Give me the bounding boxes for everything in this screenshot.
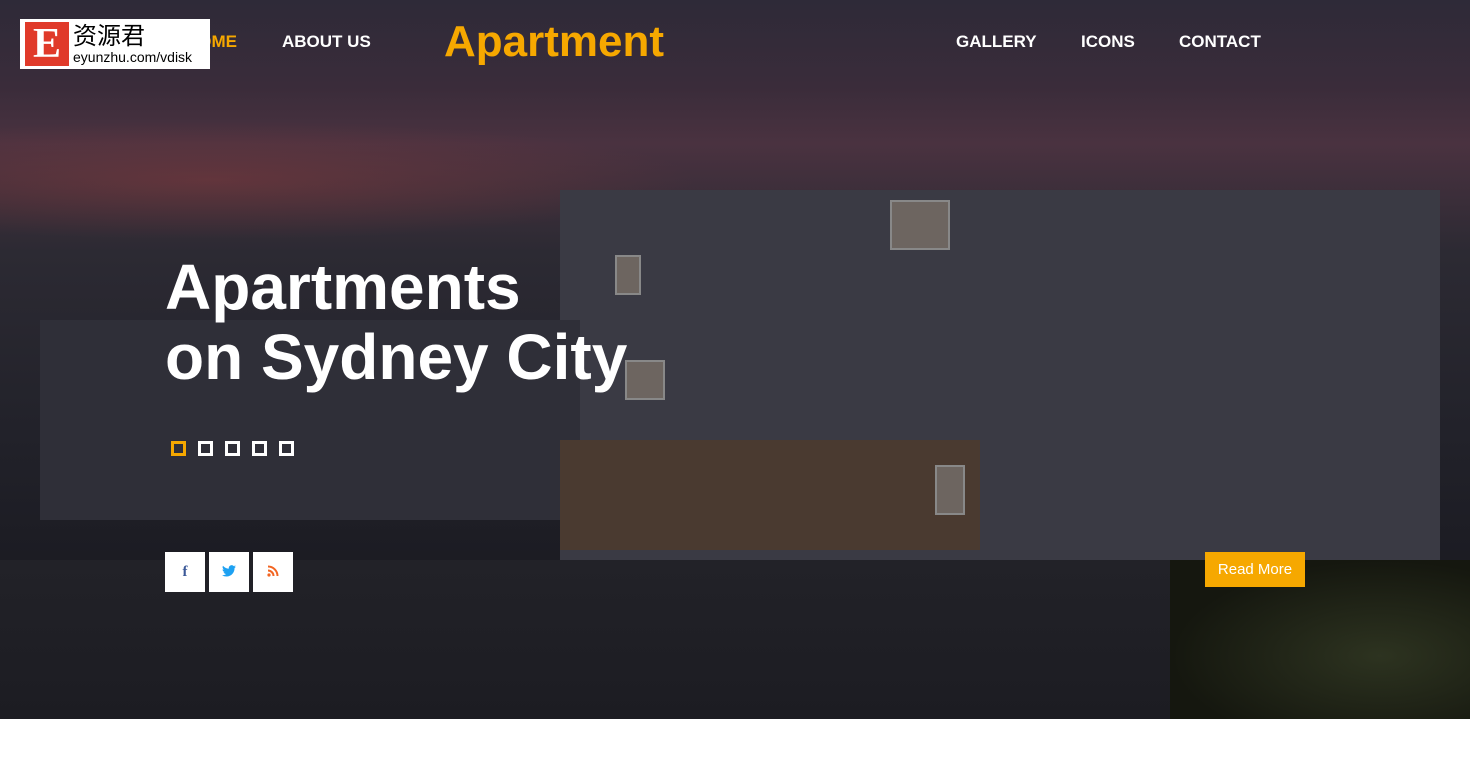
hero-title: Apartments on Sydney City: [165, 251, 628, 393]
nav-contact[interactable]: CONTACT: [1179, 32, 1261, 52]
slide-dot-3[interactable]: [225, 441, 240, 456]
brand-logo[interactable]: Apartment: [444, 17, 664, 67]
rss-icon: [267, 564, 279, 581]
watermark: E 资源君 eyunzhu.com/vdisk: [20, 19, 210, 69]
window: [890, 200, 950, 250]
read-more-button[interactable]: Read More: [1205, 552, 1305, 587]
slide-dot-5[interactable]: [279, 441, 294, 456]
window: [935, 465, 965, 515]
social-links: f: [165, 552, 293, 592]
twitter-button[interactable]: [209, 552, 249, 592]
building: [560, 440, 980, 550]
slide-dot-2[interactable]: [198, 441, 213, 456]
twitter-icon: [222, 564, 236, 581]
slide-dot-1[interactable]: [171, 441, 186, 456]
window: [625, 360, 665, 400]
watermark-text: 资源君: [73, 22, 145, 50]
slider-dots: [171, 441, 294, 456]
rss-button[interactable]: [253, 552, 293, 592]
watermark-logo: E: [25, 22, 69, 66]
watermark-url: eyunzhu.com/vdisk: [73, 49, 193, 65]
facebook-button[interactable]: f: [165, 552, 205, 592]
nav-about[interactable]: ABOUT US: [282, 32, 371, 52]
nav-icons[interactable]: ICONS: [1081, 32, 1135, 52]
nav-gallery[interactable]: GALLERY: [956, 32, 1037, 52]
facebook-icon: f: [182, 563, 188, 580]
slide-dot-4[interactable]: [252, 441, 267, 456]
